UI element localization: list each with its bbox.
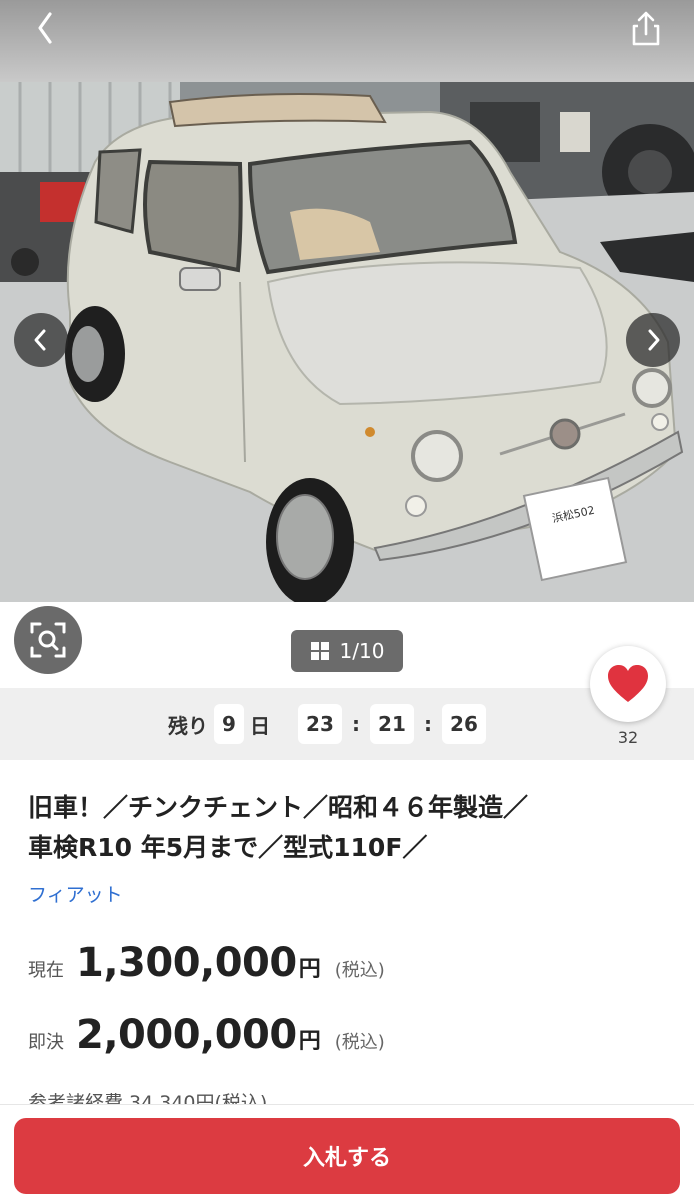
item-title-line1: 旧車！／チンクチェント／昭和４６年製造／ — [28, 793, 529, 822]
timer-days-unit: 日 — [249, 713, 270, 738]
car-image: 浜松502 — [0, 82, 694, 602]
image-search-icon — [30, 622, 66, 658]
back-button[interactable] — [26, 10, 70, 50]
timer-days: 9 — [214, 704, 244, 744]
photo-counter-text: 1/10 — [339, 639, 385, 663]
timer-remaining-label: 残り — [168, 713, 209, 738]
current-price-label: 現在 — [28, 960, 64, 981]
current-price-row: 現在 1,300,000 円 (税込) — [28, 940, 385, 986]
tax-label: (税込) — [334, 960, 385, 981]
auction-timer: 残り 9 日 23 : 21 : 26 — [0, 688, 694, 760]
timer-separator: : — [351, 712, 360, 736]
chevron-right-icon — [648, 329, 660, 351]
buyout-price-row: 即決 2,000,000 円 (税込) — [28, 1012, 385, 1058]
prev-photo-button[interactable] — [14, 313, 68, 367]
buyout-price-value: 2,000,000 — [76, 1012, 297, 1058]
product-photo[interactable]: 浜松502 — [0, 82, 694, 602]
grid-icon — [310, 642, 329, 660]
timer-hours: 23 — [297, 704, 342, 744]
photo-counter[interactable]: 1/10 — [291, 630, 403, 672]
watch-button[interactable] — [590, 646, 666, 722]
item-title: 旧車！／チンクチェント／昭和４６年製造／ 車検R10 年5月まで／型式110F／ — [28, 788, 668, 868]
heart-icon — [608, 665, 648, 702]
bid-button[interactable]: 入札する — [14, 1118, 680, 1194]
current-price-value: 1,300,000 — [76, 940, 297, 986]
buyout-price-label: 即決 — [28, 1032, 64, 1053]
chevron-left-icon — [38, 12, 52, 44]
top-bar — [0, 0, 694, 82]
item-title-line2: 車検R10 年5月まで／型式110F／ — [28, 833, 428, 862]
watch-count: 32 — [617, 728, 639, 747]
yen-unit: 円 — [298, 1029, 321, 1054]
tax-label: (税込) — [334, 1032, 385, 1053]
share-icon — [632, 11, 660, 46]
next-photo-button[interactable] — [626, 313, 680, 367]
timer-seconds: 26 — [441, 704, 486, 744]
timer-separator: : — [423, 712, 432, 736]
timer-minutes: 21 — [369, 704, 414, 744]
brand-link[interactable]: フィアット — [28, 880, 123, 907]
image-search-button[interactable] — [14, 606, 82, 674]
share-button[interactable] — [626, 10, 666, 50]
yen-unit: 円 — [298, 957, 321, 982]
chevron-left-icon — [34, 329, 46, 351]
